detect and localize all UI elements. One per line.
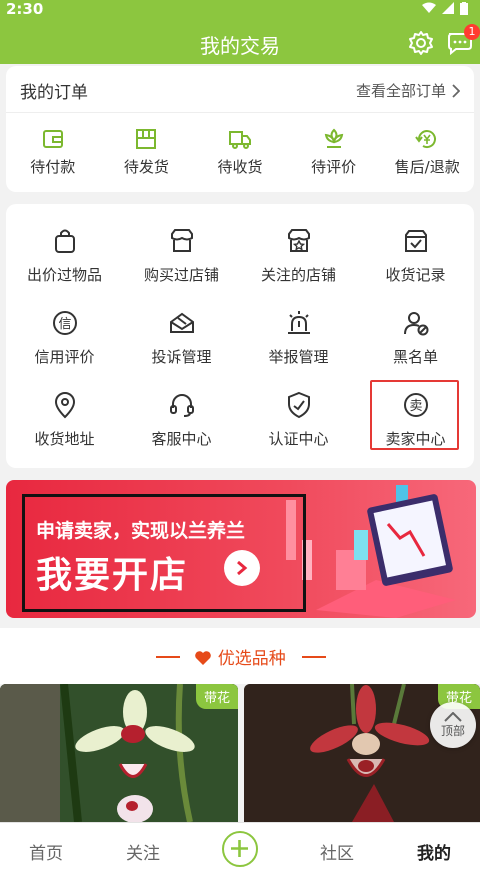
chevron-right-icon — [452, 83, 460, 98]
service-label: 黑名单 — [392, 348, 438, 366]
banner-decoration — [286, 485, 456, 618]
service-label: 认证中心 — [268, 430, 329, 448]
dash-right — [302, 656, 326, 658]
receipt-records[interactable]: 收货记录 — [357, 226, 474, 285]
report-management[interactable]: 举报管理 — [240, 308, 357, 367]
complaint-icon — [169, 312, 194, 333]
tab-community[interactable]: 社区 — [297, 839, 377, 864]
tab-follow[interactable]: 关注 — [103, 839, 183, 864]
tab-mine[interactable]: 我的 — [394, 839, 474, 864]
credit-icon: 信 — [52, 311, 77, 335]
back-to-top-button[interactable]: 顶部 — [430, 702, 476, 748]
service-label: 关注的店铺 — [260, 266, 336, 284]
customer-service[interactable]: 客服中心 — [123, 390, 240, 449]
view-all-orders-link[interactable]: 查看全部订单 — [356, 80, 460, 101]
box-check-icon — [404, 230, 427, 252]
headset-icon — [169, 394, 194, 417]
order-label: 售后/退款 — [394, 158, 460, 176]
service-label: 收货记录 — [385, 266, 446, 284]
followed-shops[interactable]: 关注的店铺 — [240, 226, 357, 285]
shipping-address[interactable]: 收货地址 — [6, 390, 123, 449]
banner-headline: 我要开店 — [36, 555, 189, 596]
my-orders-card: 我的订单 查看全部订单 待付款 待发货 待收货 待评价 售后/退款 — [6, 66, 474, 192]
order-label: 待评价 — [311, 158, 357, 176]
order-refund[interactable]: 售后/退款 — [380, 126, 474, 177]
view-all-orders-label: 查看全部订单 — [355, 82, 446, 100]
header-bar: 2:30 我的交易 1 — [0, 0, 480, 64]
chevron-right-icon — [237, 560, 248, 576]
back-to-top-label: 顶部 — [440, 723, 465, 738]
order-label: 待发货 — [123, 158, 169, 176]
divider — [6, 112, 474, 113]
seller-center-highlight — [370, 380, 459, 450]
location-icon — [54, 392, 75, 419]
complaint-management[interactable]: 投诉管理 — [123, 308, 240, 367]
banner-subtitle: 申请卖家，实现以兰养兰 — [36, 520, 246, 542]
service-label: 出价过物品 — [26, 266, 102, 284]
service-label: 客服中心 — [151, 430, 212, 448]
bottom-tab-bar: 首页 关注 社区 我的 — [0, 822, 480, 874]
featured-section-header: 优选品种 — [0, 628, 480, 684]
plus-icon — [231, 840, 248, 857]
bag-icon — [54, 229, 75, 253]
product-card[interactable]: 带花 — [0, 684, 238, 822]
service-label: 举报管理 — [268, 348, 329, 366]
add-button[interactable] — [222, 831, 258, 867]
order-pending-receipt[interactable]: 待收货 — [193, 126, 287, 177]
status-time: 2:30 — [6, 0, 44, 18]
purchased-shops[interactable]: 购买过店铺 — [123, 226, 240, 285]
svg-text:信: 信 — [58, 317, 71, 332]
shop-icon — [170, 229, 193, 252]
signal-icon — [442, 2, 454, 14]
battery-icon — [460, 1, 468, 15]
shield-icon — [287, 391, 310, 419]
section-title-label: 优选品种 — [217, 649, 286, 669]
order-pending-payment[interactable]: 待付款 — [6, 126, 100, 177]
service-label: 购买过店铺 — [143, 266, 219, 284]
service-label: 投诉管理 — [151, 348, 212, 366]
refund-icon — [415, 130, 437, 149]
section-title: 优选品种 — [0, 644, 480, 669]
service-label: 信用评价 — [34, 348, 95, 366]
message-badge: 1 — [464, 24, 480, 40]
blacklist[interactable]: 黑名单 — [357, 308, 474, 367]
credit-reviews[interactable]: 信 信用评价 — [6, 308, 123, 367]
orders-title: 我的订单 — [20, 83, 88, 103]
settings-gear-icon[interactable] — [408, 30, 434, 56]
order-pending-shipment[interactable]: 待发货 — [100, 126, 194, 177]
wallet-icon — [42, 130, 63, 148]
banner-go-button[interactable] — [224, 550, 260, 586]
chevron-up-icon — [444, 711, 462, 722]
truck-icon — [228, 131, 251, 149]
order-pending-review[interactable]: 待评价 — [287, 126, 381, 177]
order-label: 待付款 — [30, 158, 76, 176]
product-tag: 带花 — [195, 684, 238, 709]
verification-center[interactable]: 认证中心 — [240, 390, 357, 449]
open-shop-banner[interactable]: 申请卖家，实现以兰养兰 我要开店 — [6, 480, 476, 618]
bid-items[interactable]: 出价过物品 — [6, 226, 123, 285]
star-shop-icon — [287, 229, 310, 252]
order-label: 待收货 — [217, 158, 263, 176]
tab-home[interactable]: 首页 — [6, 839, 86, 864]
wifi-icon — [422, 2, 436, 13]
flower-icon — [324, 128, 343, 148]
heart-icon — [195, 651, 212, 665]
status-icons — [422, 0, 468, 16]
alarm-icon — [287, 311, 310, 334]
service-label: 收货地址 — [34, 430, 95, 448]
package-icon — [136, 129, 157, 149]
user-block-icon — [403, 312, 428, 336]
